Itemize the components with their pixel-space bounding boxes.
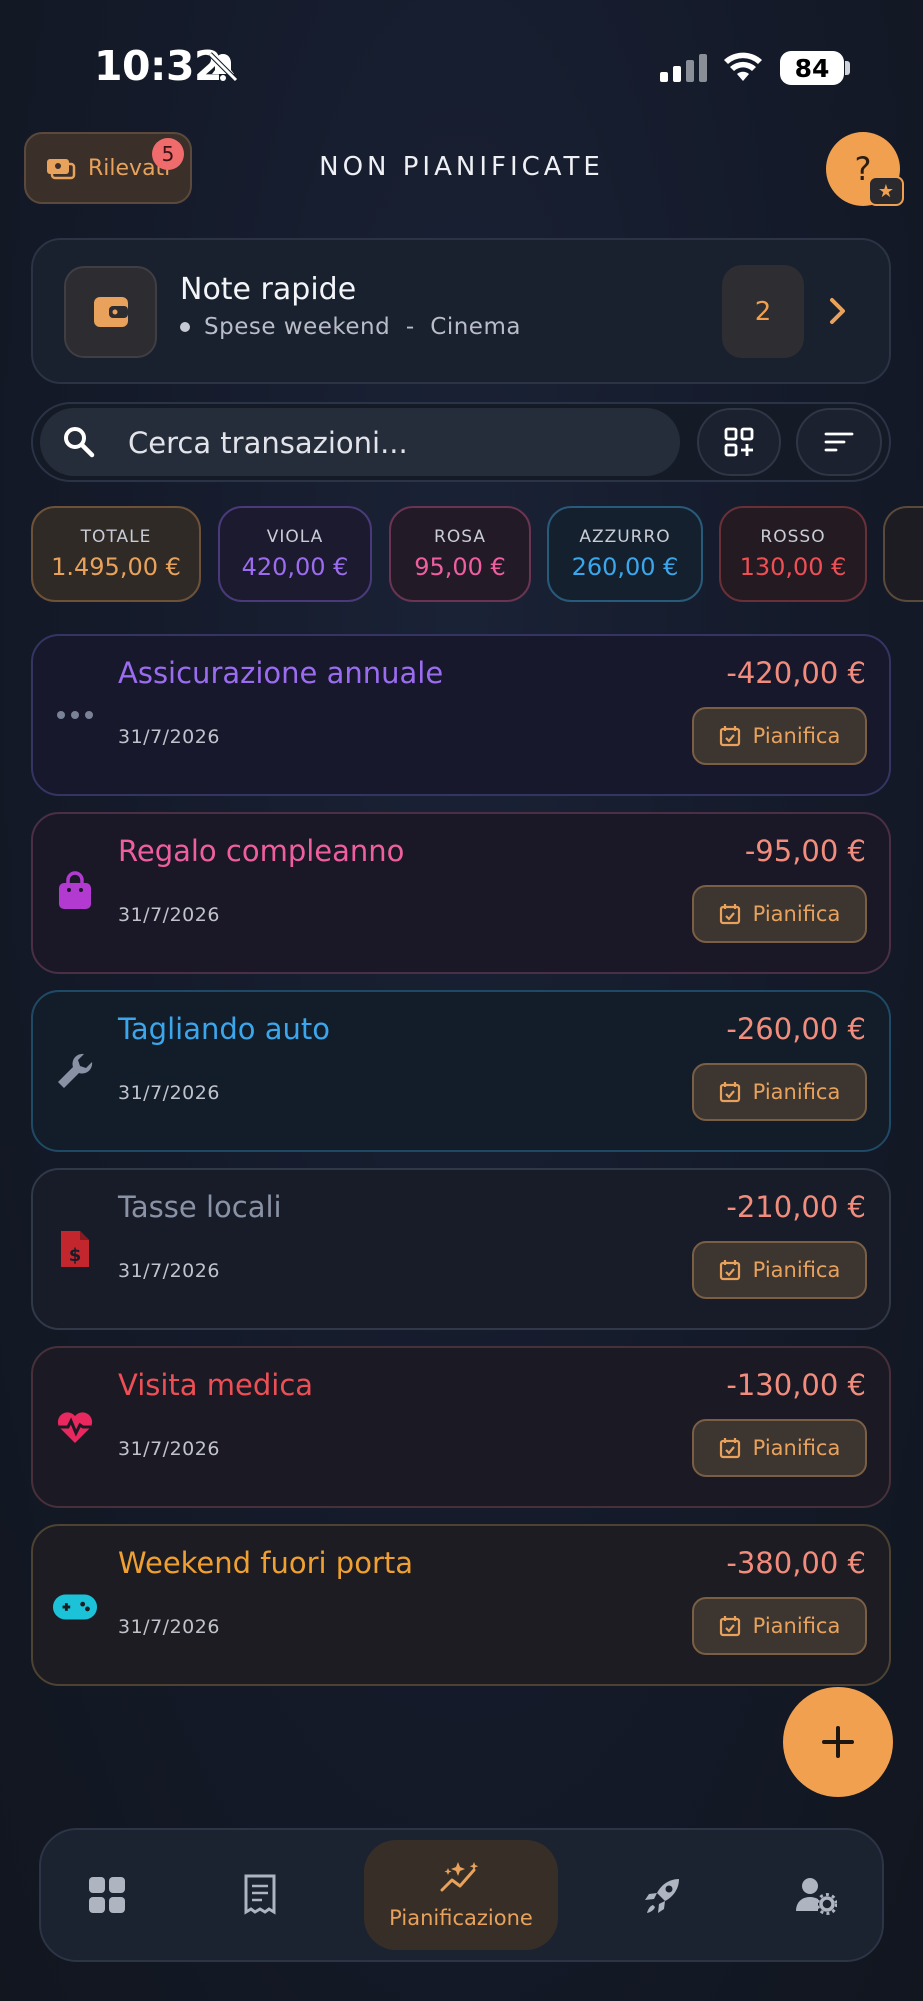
note-rapide-title: Note rapide	[180, 272, 357, 307]
transaction-amount: -130,00 €	[726, 1368, 866, 1402]
rilevati-count-badge: 5	[152, 138, 184, 170]
transaction-title: Weekend fuori porta	[118, 1546, 414, 1580]
transaction-title: Assicurazione annuale	[118, 656, 444, 690]
chip-label: ROSSO	[760, 527, 826, 547]
transaction-amount: -380,00 €	[726, 1546, 866, 1580]
note-rapide-subtitle: Spese weekend - Cinema	[180, 314, 521, 340]
chip-value: 95,00 €	[414, 553, 506, 581]
chip-label: AZZURRO	[579, 527, 671, 547]
rocket-icon	[645, 1879, 679, 1913]
transaction-title: Visita medica	[118, 1368, 314, 1402]
star-badge-icon: ★	[868, 176, 904, 206]
pianifica-button[interactable]: Pianifica	[692, 1419, 867, 1477]
nav-dashboard[interactable]	[77, 1865, 137, 1925]
pianifica-label: Pianifica	[752, 1436, 841, 1460]
transaction-title: Tasse locali	[118, 1190, 282, 1224]
gamepad-icon	[52, 1584, 98, 1630]
note-rapide-subtitle-text: Spese weekend - Cinema	[204, 314, 521, 340]
calendar-check-icon	[719, 726, 740, 747]
plus-icon	[822, 1726, 854, 1758]
transaction-date: 31/7/2026	[118, 1438, 220, 1460]
grid-add-icon	[724, 427, 754, 457]
battery-icon: 84	[780, 51, 844, 85]
chip-value: 260,00 €	[571, 553, 679, 581]
battery-tip	[845, 61, 850, 75]
transaction-amount: -420,00 €	[726, 656, 866, 690]
chip-viola[interactable]: VIOLA 420,00 €	[218, 506, 372, 602]
chip-label: VIOLA	[266, 527, 324, 547]
status-time: 10:32	[94, 42, 223, 90]
pianifica-button[interactable]: Pianifica	[692, 1597, 867, 1655]
transaction-amount: -95,00 €	[744, 834, 866, 868]
transaction-title: Regalo compleanno	[118, 834, 405, 868]
chip-value: 420,00 €	[241, 553, 349, 581]
nav-goals[interactable]	[633, 1865, 693, 1925]
search-input[interactable]	[128, 423, 668, 463]
calendar-check-icon	[719, 1260, 740, 1281]
svg-text:$: $	[69, 1245, 82, 1266]
user-settings-icon	[796, 1878, 837, 1915]
bell-slash-icon	[208, 52, 238, 82]
chip-value: 1.495,00 €	[51, 553, 181, 581]
receipt-icon	[244, 1874, 276, 1915]
note-rapide-count: 2	[722, 265, 804, 358]
grid-view-button[interactable]	[697, 408, 781, 476]
nav-settings[interactable]	[786, 1865, 846, 1925]
bullet-dot	[180, 322, 190, 332]
page-title: NON PIANIFICATE	[319, 152, 604, 182]
chip-next-partial[interactable]	[883, 506, 923, 602]
chip-value: 130,00 €	[739, 553, 847, 581]
heart-pulse-icon	[52, 1404, 98, 1450]
calendar-check-icon	[719, 1438, 740, 1459]
wallet-icon	[64, 266, 157, 358]
more-dots-icon	[52, 692, 98, 738]
search-icon	[64, 427, 95, 458]
transaction-date: 31/7/2026	[118, 726, 220, 748]
pianifica-label: Pianifica	[752, 1614, 841, 1638]
calendar-check-icon	[719, 1616, 740, 1637]
transaction-title: Tagliando auto	[118, 1012, 330, 1046]
chip-label: TOTALE	[80, 527, 152, 547]
sort-icon	[824, 432, 854, 452]
add-transaction-button[interactable]	[783, 1687, 893, 1797]
wifi-icon	[724, 52, 762, 81]
pianifica-button[interactable]: Pianifica	[692, 885, 867, 943]
nav-pianificazione-label: Pianificazione	[389, 1906, 533, 1930]
nav-pianificazione[interactable]: Pianificazione	[364, 1840, 558, 1950]
transaction-date: 31/7/2026	[118, 1616, 220, 1638]
pianifica-label: Pianifica	[752, 1258, 841, 1282]
transaction-amount: -260,00 €	[726, 1012, 866, 1046]
transaction-date: 31/7/2026	[118, 904, 220, 926]
transaction-date: 31/7/2026	[118, 1082, 220, 1104]
pianifica-label: Pianifica	[752, 1080, 841, 1104]
chip-azzurro[interactable]: AZZURRO 260,00 €	[547, 506, 703, 602]
tax-document-icon: $	[52, 1226, 98, 1272]
pianifica-button[interactable]: Pianifica	[692, 707, 867, 765]
chip-rosso[interactable]: ROSSO 130,00 €	[719, 506, 867, 602]
signal-icon	[660, 52, 707, 82]
calendar-check-icon	[719, 904, 740, 925]
wrench-icon	[52, 1048, 98, 1094]
chip-label: ROSA	[434, 527, 486, 547]
nav-transactions[interactable]	[230, 1865, 290, 1925]
planning-sparkle-icon	[440, 1862, 479, 1892]
pianifica-button[interactable]: Pianifica	[692, 1063, 867, 1121]
pianifica-label: Pianifica	[752, 902, 841, 926]
calendar-check-icon	[719, 1082, 740, 1103]
wallet-cash-icon	[47, 159, 76, 180]
dashboard-icon	[89, 1877, 125, 1913]
transaction-date: 31/7/2026	[118, 1260, 220, 1282]
chevron-right-icon[interactable]	[828, 296, 848, 326]
transaction-amount: -210,00 €	[726, 1190, 866, 1224]
chip-totale[interactable]: TOTALE 1.495,00 €	[31, 506, 201, 602]
shopping-bag-icon	[52, 868, 98, 914]
chip-rosa[interactable]: ROSA 95,00 €	[389, 506, 531, 602]
pianifica-label: Pianifica	[752, 724, 841, 748]
sort-button[interactable]	[796, 408, 882, 476]
pianifica-button[interactable]: Pianifica	[692, 1241, 867, 1299]
